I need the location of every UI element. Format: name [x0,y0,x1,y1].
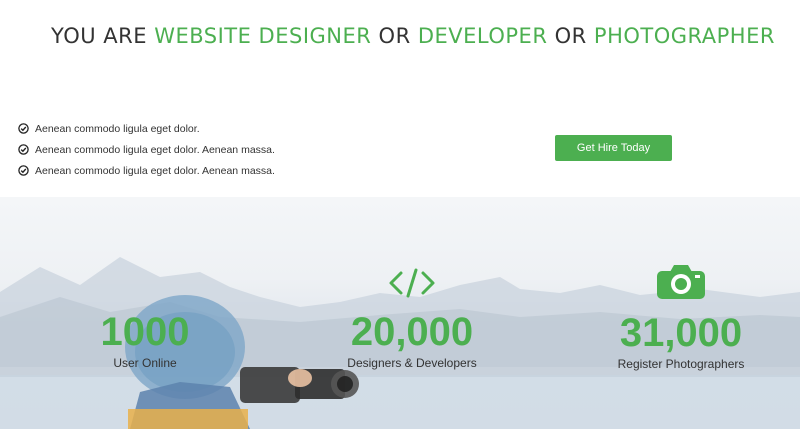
camera-icon [657,265,705,299]
feature-item: Aenean commodo ligula eget dolor. [18,118,275,139]
headline-part-3: OR [547,24,594,48]
check-circle-icon [18,123,29,134]
check-circle-icon [18,144,29,155]
feature-text: Aenean commodo ligula eget dolor. Aenean… [35,143,275,156]
stat-value: 1000 [100,310,190,354]
stat-value: 20,000 [350,310,474,354]
get-hire-today-button[interactable]: Get Hire Today [555,135,672,161]
headline-part-2: OR [371,24,418,48]
headline-part-1: YOU ARE [51,24,155,48]
stat-designers-developers: 20,000 Designers & Developers [312,267,512,370]
stat-value: 31,000 [619,311,743,355]
stat-label: Designers & Developers [347,356,477,370]
hero-section: YOU ARE WEBSITE DESIGNER OR DEVELOPER OR… [0,0,800,197]
headline-highlight-photographer: PHOTOGRAPHER [593,24,775,48]
stat-label: Register Photographers [617,357,745,371]
headline: YOU ARE WEBSITE DESIGNER OR DEVELOPER OR… [0,24,800,48]
feature-item: Aenean commodo ligula eget dolor. Aenean… [18,160,275,181]
stat-register-photographers: 31,000 Register Photographers [581,263,781,371]
stat-users-online: 1000 User Online [45,312,245,370]
check-circle-icon [18,165,29,176]
feature-item: Aenean commodo ligula eget dolor. Aenean… [18,139,275,160]
feature-list: Aenean commodo ligula eget dolor. Aenean… [18,118,275,181]
feature-text: Aenean commodo ligula eget dolor. [35,122,200,135]
stats-section: 1000 User Online 20,000 Designers & Deve… [0,197,800,429]
headline-highlight-developer: DEVELOPER [417,24,548,48]
code-icon [389,268,435,298]
feature-text: Aenean commodo ligula eget dolor. Aenean… [35,164,275,177]
stat-label: User Online [113,356,177,370]
headline-highlight-designer: WEBSITE DESIGNER [154,24,372,48]
